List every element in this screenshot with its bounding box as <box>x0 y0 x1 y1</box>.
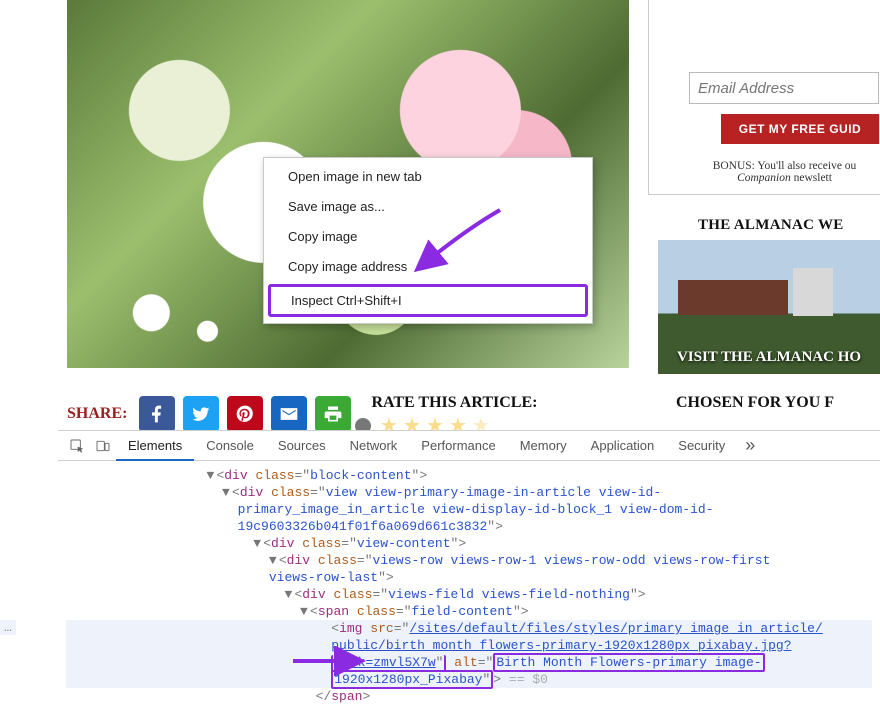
tab-memory[interactable]: Memory <box>508 431 579 461</box>
rate-label: RATE THIS ARTICLE: <box>371 394 537 412</box>
context-menu: Open image in new tab Save image as... C… <box>263 157 593 324</box>
share-facebook-button[interactable] <box>139 396 175 432</box>
share-pinterest-button[interactable] <box>227 396 263 432</box>
email-icon <box>279 404 299 424</box>
devtools-panel: Elements Console Sources Network Perform… <box>58 430 880 699</box>
inspect-element-icon[interactable] <box>64 433 90 459</box>
ctx-copy-image[interactable]: Copy image <box>264 222 592 252</box>
pinterest-icon <box>235 404 255 424</box>
share-twitter-button[interactable] <box>183 396 219 432</box>
webcam-overlay-text: VISIT THE ALMANAC HO <box>658 349 880 366</box>
chosen-heading: CHOSEN FOR YOU F <box>676 394 880 412</box>
share-print-button[interactable] <box>315 396 351 432</box>
tab-network[interactable]: Network <box>338 431 410 461</box>
share-email-button[interactable] <box>271 396 307 432</box>
facebook-icon <box>147 404 167 424</box>
tab-performance[interactable]: Performance <box>409 431 507 461</box>
tab-console[interactable]: Console <box>194 431 266 461</box>
ctx-open-new-tab[interactable]: Open image in new tab <box>264 162 592 192</box>
bonus-text: BONUS: You'll also receive ou Companion … <box>689 160 880 184</box>
tab-sources[interactable]: Sources <box>266 431 338 461</box>
tab-application[interactable]: Application <box>579 431 667 461</box>
devtools-tabs: Elements Console Sources Network Perform… <box>58 431 880 461</box>
ctx-copy-address[interactable]: Copy image address <box>264 252 592 282</box>
sidebar: GET MY FREE GUID BONUS: You'll also rece… <box>648 0 880 412</box>
tab-elements[interactable]: Elements <box>116 431 194 461</box>
dom-ellipsis: … <box>0 620 16 635</box>
email-input[interactable] <box>689 72 879 104</box>
ctx-inspect-label: Inspect <box>291 293 333 308</box>
tabs-overflow-icon[interactable]: » <box>737 435 763 456</box>
tab-security[interactable]: Security <box>666 431 737 461</box>
webcam-heading: THE ALMANAC WE <box>698 217 880 234</box>
dom-tree[interactable]: ▼<div class="block-content"> ▼<div class… <box>58 461 880 711</box>
twitter-icon <box>191 404 211 424</box>
get-guide-button[interactable]: GET MY FREE GUID <box>721 114 879 144</box>
device-toolbar-icon[interactable] <box>90 433 116 459</box>
ctx-save-as[interactable]: Save image as... <box>264 192 592 222</box>
webcam-thumb[interactable]: VISIT THE ALMANAC HO <box>658 240 880 374</box>
print-icon <box>323 404 343 424</box>
share-label: SHARE: <box>67 405 127 423</box>
ctx-inspect[interactable]: Inspect Ctrl+Shift+I <box>268 284 588 317</box>
ctx-inspect-shortcut: Ctrl+Shift+I <box>337 293 402 308</box>
